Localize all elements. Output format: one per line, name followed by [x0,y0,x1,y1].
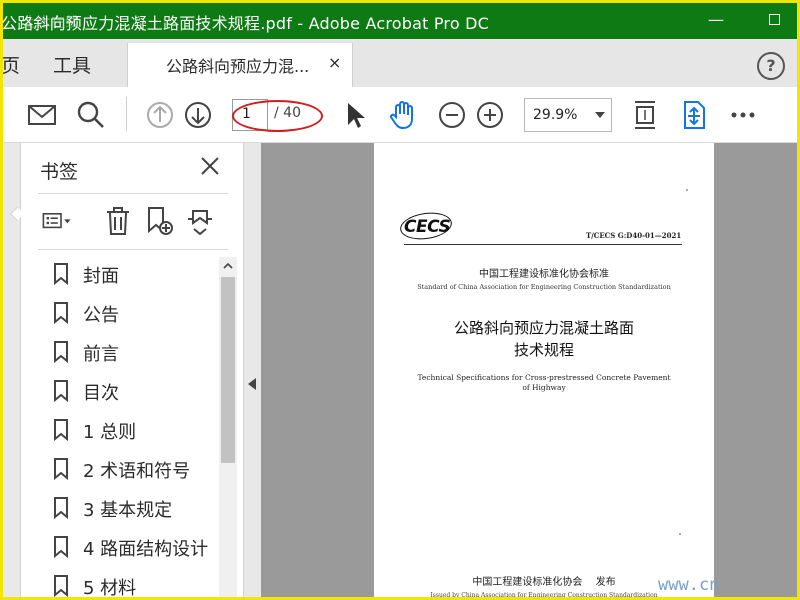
bookmark-label: 4 路面结构设计 [83,539,209,560]
page-speck [686,189,688,191]
bookmark-label: 3 基本规定 [83,500,173,521]
maximize-button[interactable] [759,7,789,33]
watermark-overlay: 土木在线 [23,15,79,31]
expand-bookmark-icon[interactable] [184,205,216,237]
bookmark-icon [54,458,68,480]
app-window: 公路斜向预应力混凝土路面技术规程.pdf - Adobe Acrobat Pro… [0,0,800,600]
pdf-page: CECS T/CECS G:D40-01—2021 中国工程建设标准化协会标准 … [374,143,714,597]
cecs-logo: CECS [404,217,451,237]
tab-home[interactable]: 页 [3,51,20,78]
bookmark-icon [54,497,68,519]
tab-bar: 页 工具 公路斜向预应力混... × ? [3,39,797,87]
maximize-icon [768,14,780,25]
zoom-value: 29.9% [533,107,578,123]
bookmark-icon [54,263,68,285]
next-page-icon[interactable] [180,97,216,133]
organization-en: Standard of China Association for Engine… [417,283,671,291]
scroll-up-icon[interactable] [219,257,237,275]
search-icon[interactable] [73,97,109,133]
tab-tools[interactable]: 工具 [53,51,91,78]
navigation-strip [3,143,25,597]
bookmark-icon [54,380,68,402]
bookmark-item[interactable]: 4 路面结构设计 [21,528,221,564]
bookmark-item[interactable]: 目次 [21,372,221,408]
scrollbar-thumb[interactable] [221,277,235,463]
bookmark-label: 封面 [83,266,119,287]
tab-document[interactable]: 公路斜向预应力混... × [127,43,353,87]
chevron-down-icon [595,112,605,118]
bookmark-item[interactable]: 5 材料 [21,567,221,599]
collapse-arrow-icon[interactable] [248,378,256,390]
standard-number: T/CECS G:D40-01—2021 [586,231,682,240]
bookmark-icon [54,575,68,597]
divider [38,249,228,250]
panel-title: 书签 [40,161,79,183]
document-title-cn: 公路斜向预应力混凝土路面 [453,319,634,337]
bookmark-label: 公告 [83,305,119,326]
bookmark-item[interactable]: 公告 [21,294,221,330]
bookmark-item[interactable]: 2 术语和符号 [21,450,221,486]
previous-page-icon[interactable] [142,97,178,133]
page-speck [679,533,681,535]
document-title-en-line2: of Highway [522,383,566,392]
hand-tool-icon[interactable] [385,97,421,133]
bookmark-label: 目次 [83,383,119,404]
close-tab-icon[interactable]: × [328,53,341,72]
add-bookmark-icon[interactable] [143,205,175,237]
fit-page-icon[interactable] [627,97,663,133]
bookmark-item[interactable]: 3 基本规定 [21,489,221,525]
more-options-icon[interactable] [725,97,761,133]
delete-icon[interactable] [102,205,134,237]
zoom-out-icon[interactable] [434,97,470,133]
bookmark-item[interactable]: 1 总则 [21,411,221,447]
select-arrow-icon[interactable] [337,97,373,133]
minimize-button[interactable]: — [701,7,731,33]
bookmark-item[interactable]: 封面 [21,255,221,291]
bookmarks-panel: 书签 封面 公告 前言 目次 1 总则 2 术语和符号 3 基本规定 4 路面结… [21,143,243,599]
help-icon[interactable]: ? [757,52,785,80]
document-tab-title: 公路斜向预应力混... [166,57,310,76]
email-icon[interactable] [24,97,60,133]
panel-collapse-handle[interactable] [243,143,261,597]
bookmark-label: 2 术语和符号 [83,461,191,482]
bookmark-icon [54,302,68,324]
options-menu-icon[interactable] [41,205,73,237]
highlight-annotation [232,100,323,132]
toolbar-separator [126,97,127,131]
site-watermark: www.cn [658,575,720,595]
divider [38,193,228,194]
toolbar: 1 / 40 29.9% [3,87,797,143]
header-rule [404,244,682,245]
title-bar: 公路斜向预应力混凝土路面技术规程.pdf - Adobe Acrobat Pro… [3,3,797,39]
document-title-en: Technical Specifications for Cross-prest… [417,373,671,382]
bookmark-label: 1 总则 [83,422,137,443]
organization-cn: 中国工程建设标准化协会标准 [479,269,609,280]
bookmark-item[interactable]: 前言 [21,333,221,369]
document-title-cn-line2: 技术规程 [513,341,574,359]
bookmark-icon [54,341,68,363]
bookmark-label: 5 材料 [83,578,137,599]
bookmark-icon [54,419,68,441]
scrolling-mode-icon[interactable] [676,97,712,133]
zoom-select[interactable]: 29.9% [524,98,612,132]
bookmark-icon [54,536,68,558]
bookmark-label: 前言 [83,344,119,365]
close-icon[interactable] [199,155,221,177]
zoom-in-icon[interactable] [472,97,508,133]
